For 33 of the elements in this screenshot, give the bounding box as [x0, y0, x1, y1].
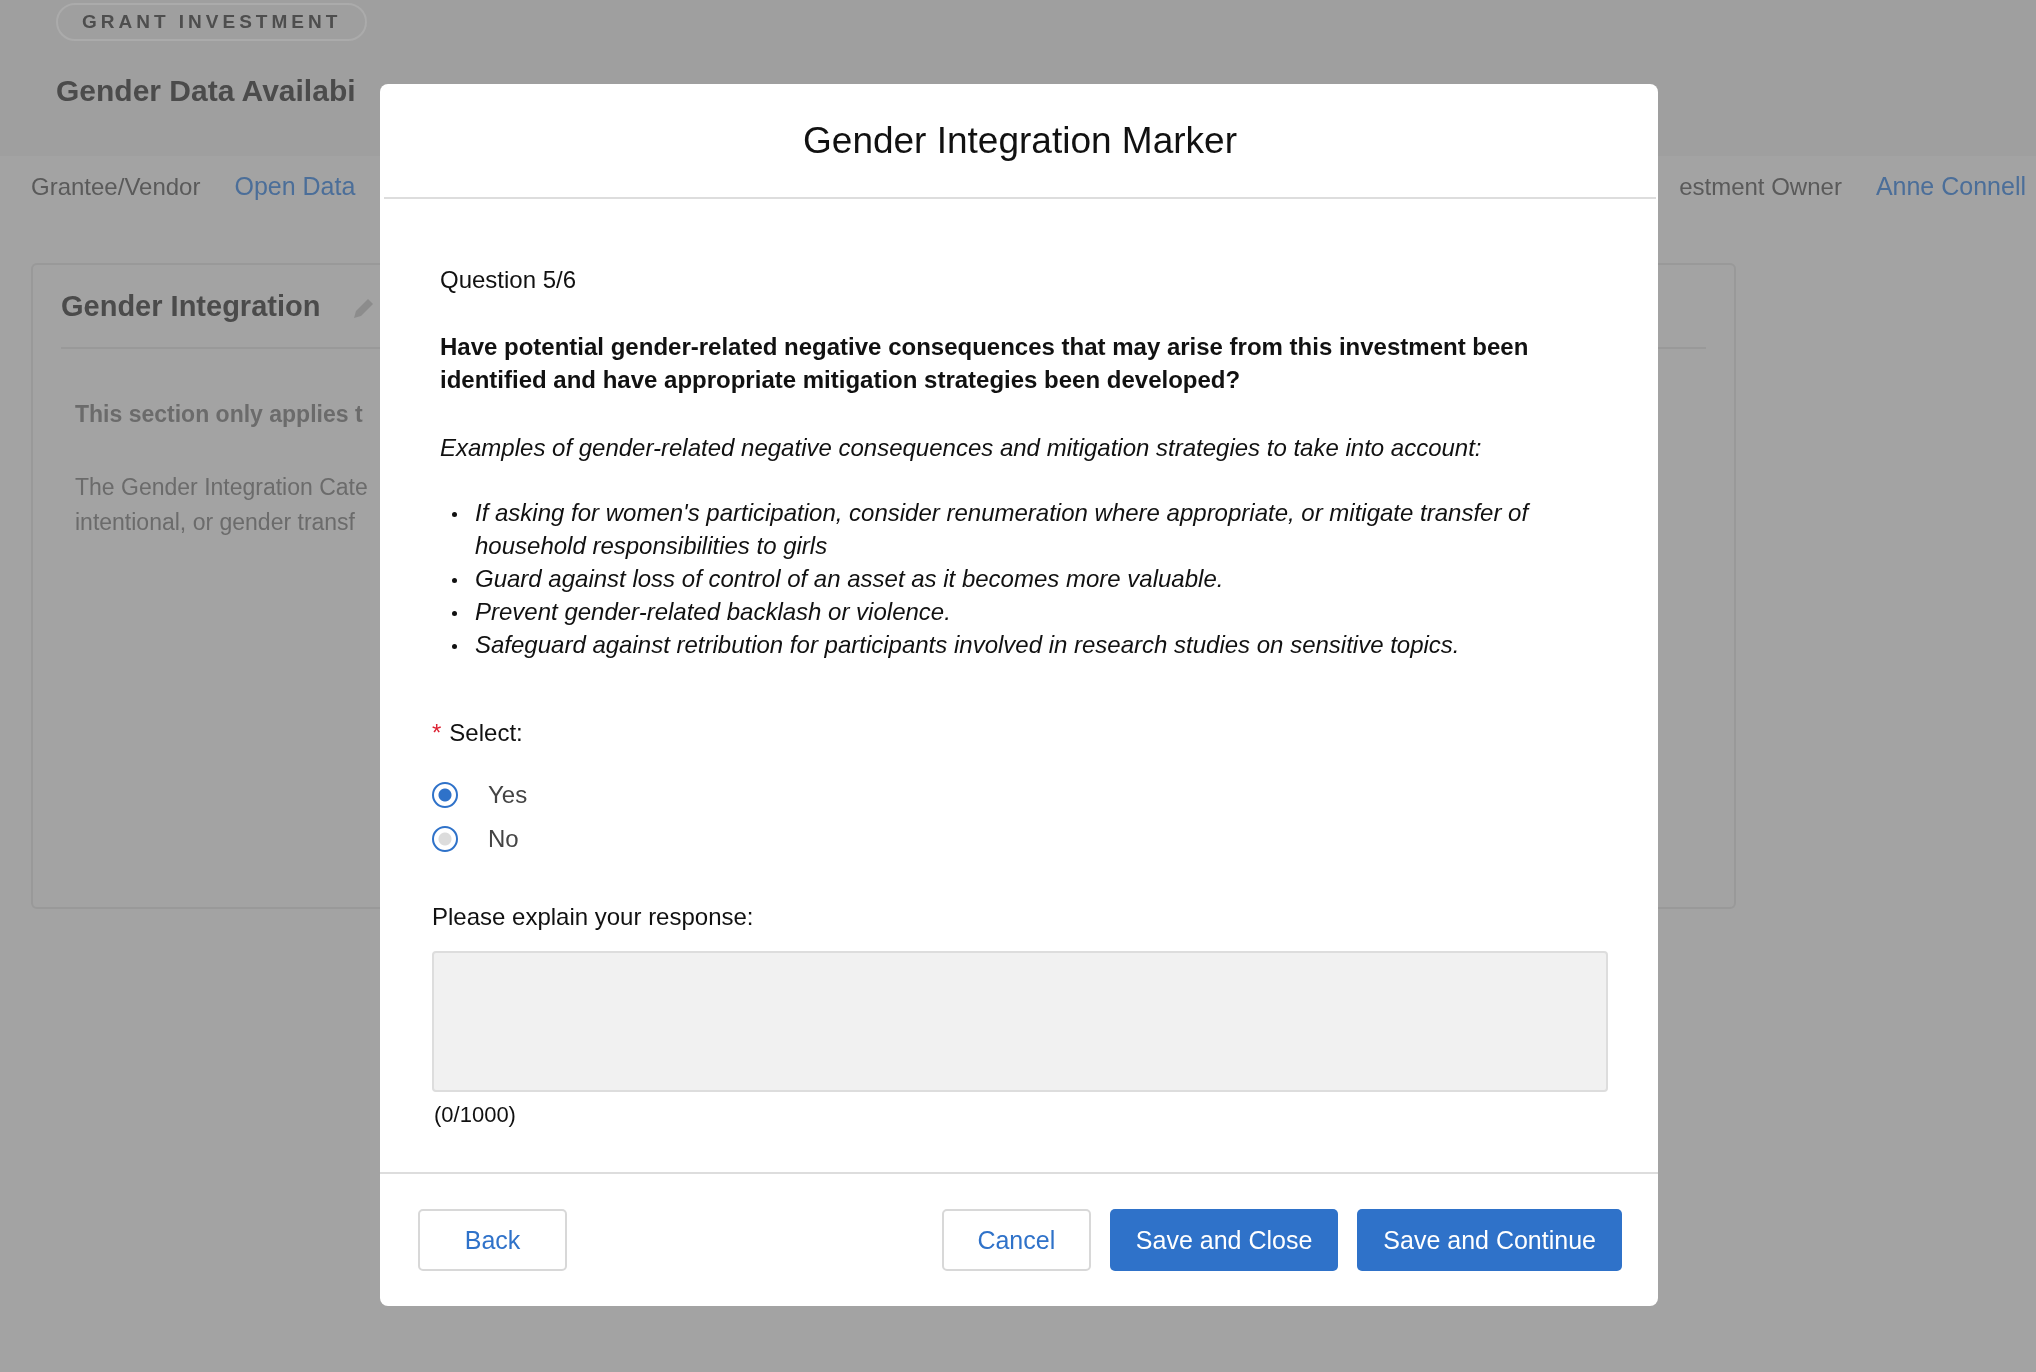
radio-label[interactable]: No: [488, 825, 519, 853]
question-number: Question 5/6: [440, 266, 577, 294]
explain-label: Please explain your response:: [432, 903, 754, 931]
example-item: Guard against loss of control of an asset as it becomes more valuable.: [475, 564, 1224, 594]
record-title: Gender Data Availabi: [56, 74, 356, 108]
examples-intro: Examples of gender-related negative consequences and mitigation strategies to take into account:: [440, 434, 1482, 462]
response-field[interactable]: [432, 951, 1608, 1092]
section-description-line: The Gender Integration Cate: [75, 473, 368, 502]
modal-title: Gender Integration Marker: [803, 119, 1237, 162]
required-mark: *: [432, 719, 442, 747]
record-type-badge: GRANT INVESTMENT: [56, 3, 368, 41]
example-item: Prevent gender-related backlash or violence.: [475, 597, 951, 627]
cancel-button[interactable]: Cancel: [941, 1209, 1091, 1271]
field-label: estment Owner: [1679, 173, 1842, 201]
radio-button[interactable]: [432, 826, 458, 852]
section-description-line: intentional, or gender transf: [75, 508, 355, 537]
save-button[interactable]: Save and Continue: [1357, 1209, 1622, 1271]
radio-label[interactable]: Yes: [488, 781, 528, 809]
example-item: If asking for women's participation, consider renumeration where appropriate, or mitigate transfer of household responsibilities to girls: [475, 498, 1531, 561]
field-label: Grantee/Vendor: [31, 173, 201, 201]
bullet-icon: [452, 512, 457, 517]
save-button[interactable]: Save and Close: [1109, 1209, 1339, 1271]
bullet-icon: [452, 578, 457, 583]
bullet-icon: [452, 611, 457, 616]
character-counter: (0/1000): [434, 1102, 516, 1128]
bullet-icon: [452, 644, 457, 649]
section-notice: This section only applies t: [75, 401, 363, 428]
section-title: Gender Integration: [61, 289, 321, 323]
select-label: Select:: [449, 719, 523, 747]
back-button[interactable]: Back: [418, 1209, 567, 1271]
radio-button[interactable]: [432, 782, 458, 808]
question-text: Have potential gender-related negative consequences that may arise from this investment been identified and have appropriate mitigation strategies been developed?: [440, 332, 1530, 395]
example-item: Safeguard against retribution for participants involved in research studies on sensitive topics.: [475, 630, 1460, 660]
